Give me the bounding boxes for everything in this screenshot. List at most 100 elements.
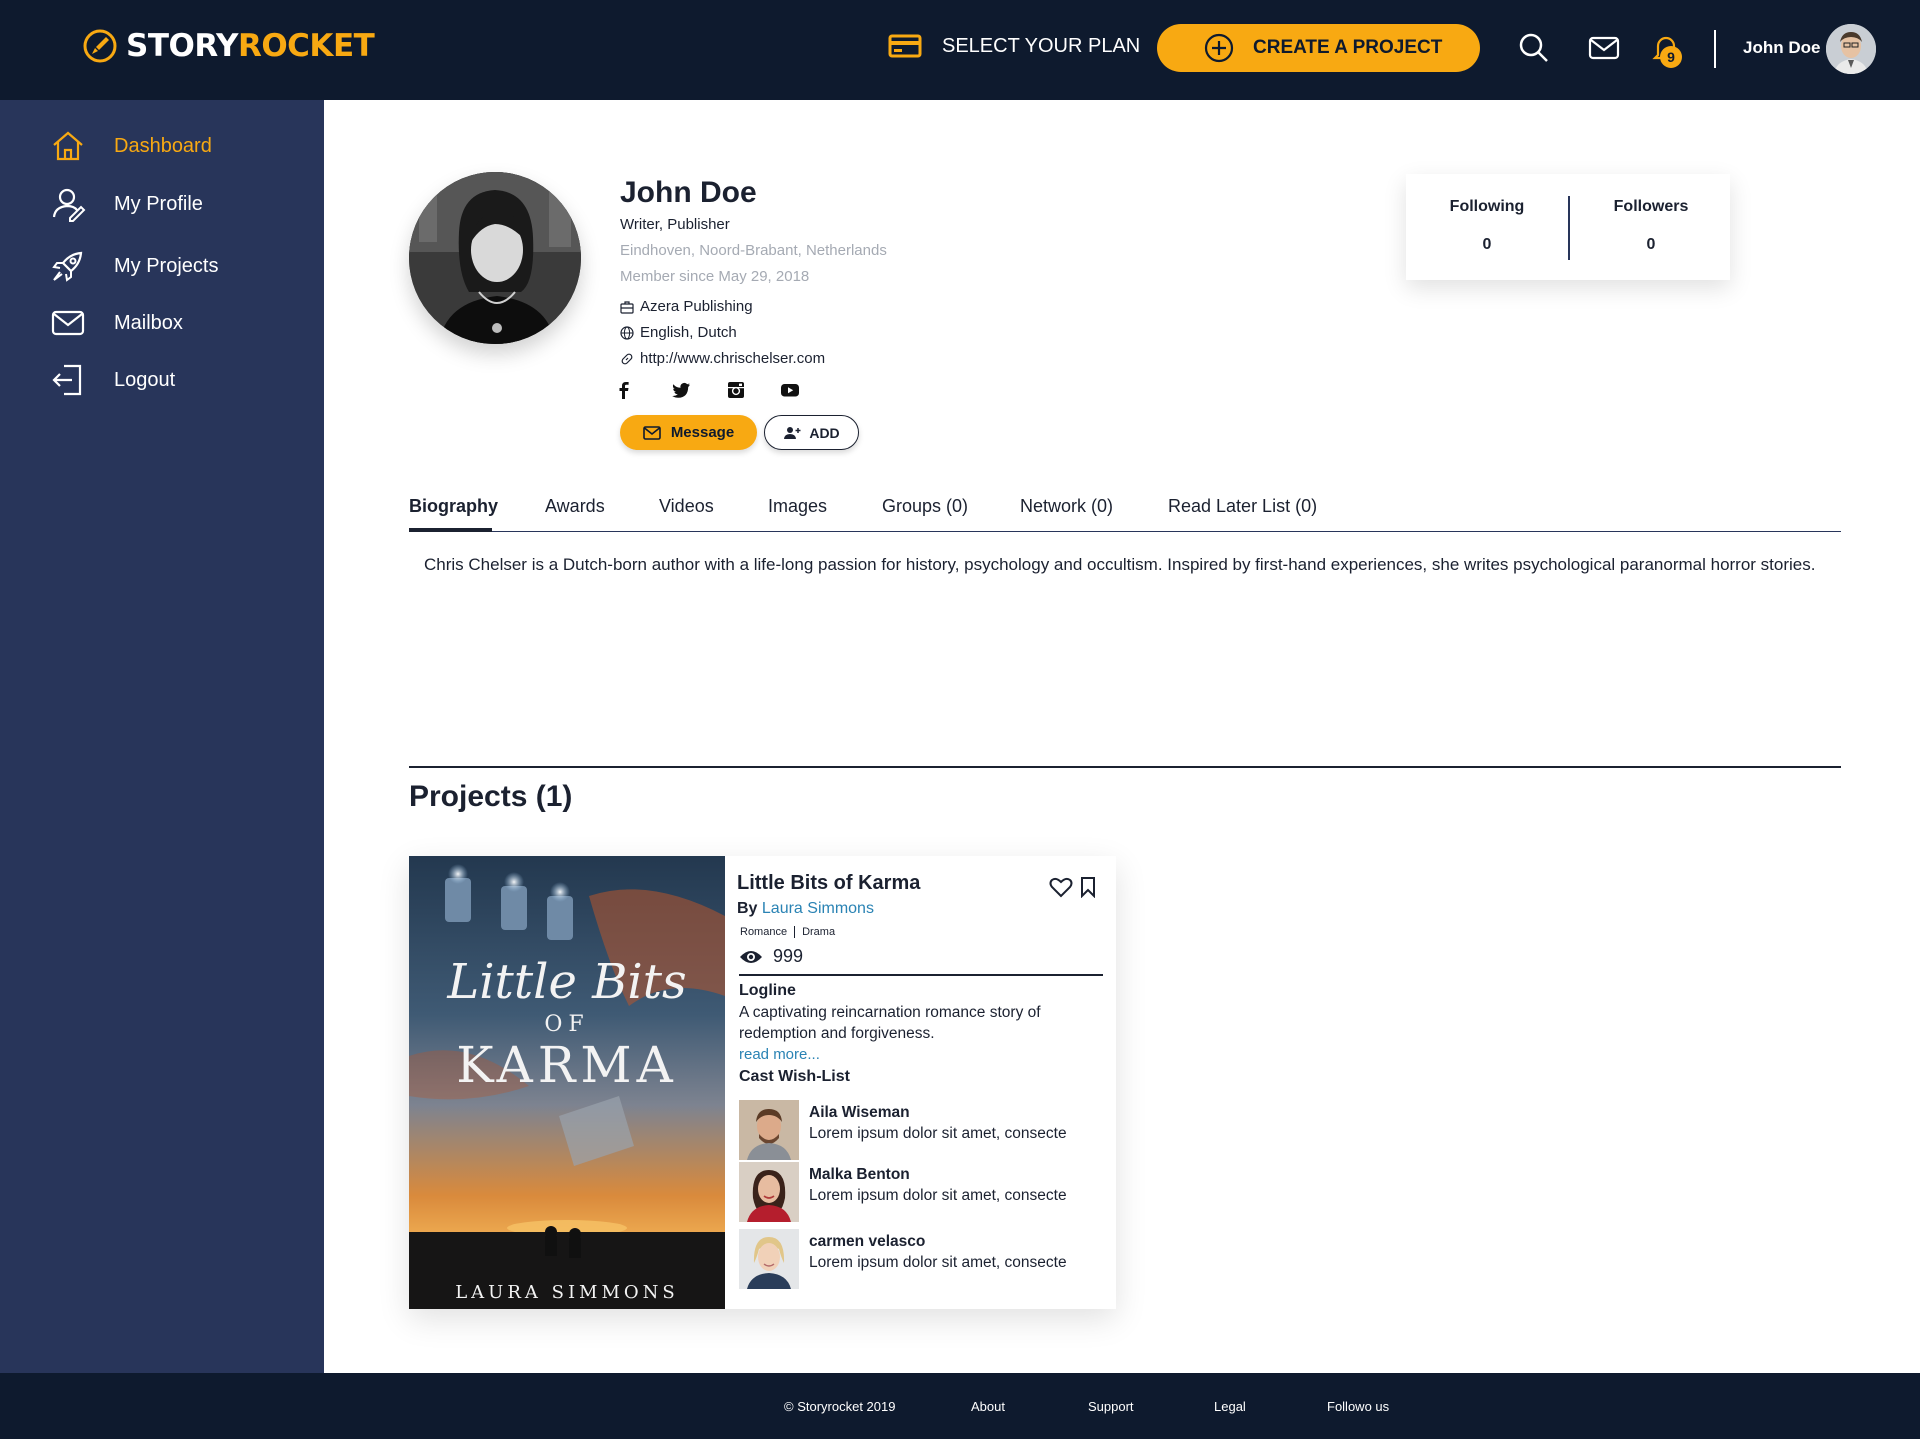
briefcase-icon	[620, 300, 634, 314]
followers-count: 0	[1646, 236, 1656, 253]
project-author-link[interactable]: Laura Simmons	[762, 900, 874, 917]
add-button-label: ADD	[809, 424, 840, 441]
instagram-link[interactable]	[726, 380, 746, 400]
sidebar-item-mailbox[interactable]: Mailbox	[50, 305, 183, 341]
eye-icon	[740, 950, 762, 963]
footer-legal-link[interactable]: Legal	[1214, 1399, 1246, 1414]
plus-circle-icon	[1204, 33, 1234, 63]
project-cover[interactable]: Little Bits OF KARMA LAURA SIMMONS	[409, 856, 725, 1309]
heart-icon[interactable]	[1049, 876, 1073, 898]
footer-copyright: © Storyrocket 2019	[784, 1399, 896, 1414]
header-divider	[1714, 30, 1716, 68]
sidebar-item-my-projects[interactable]: My Projects	[50, 248, 218, 284]
profile-company: Azera Publishing	[620, 298, 753, 315]
footer-support-link[interactable]: Support	[1088, 1399, 1134, 1414]
sidebar-item-label: My Profile	[114, 192, 203, 215]
read-more-link[interactable]: read more...	[739, 1046, 820, 1063]
cast-portrait	[739, 1229, 799, 1289]
profile-portrait	[409, 172, 581, 344]
cast-name[interactable]: Aila Wiseman	[809, 1104, 910, 1122]
section-divider	[409, 766, 1841, 768]
messages-button[interactable]	[1588, 32, 1620, 64]
sidebar-item-logout[interactable]: Logout	[50, 362, 175, 398]
cast-photo[interactable]	[739, 1100, 799, 1160]
by-label: By	[737, 900, 758, 917]
add-contact-button[interactable]: ADD	[764, 415, 859, 450]
project-genres: Romance Drama	[740, 926, 835, 938]
profile-languages-text: English, Dutch	[640, 324, 737, 341]
logo-text-rocket: ROCKET	[237, 28, 375, 64]
sidebar-item-dashboard[interactable]: Dashboard	[50, 128, 212, 164]
cover-title-line3: KARMA	[456, 1036, 678, 1094]
tab-read-later-list[interactable]: Read Later List (0)	[1168, 496, 1317, 517]
view-count: 999	[773, 946, 804, 966]
cast-description: Lorem ipsum dolor sit amet, consecte	[809, 1187, 1067, 1204]
following-stat[interactable]: Following 0	[1406, 198, 1568, 254]
cast-name[interactable]: Malka Benton	[809, 1166, 910, 1184]
header-username[interactable]: John Doe	[1743, 38, 1820, 58]
footer: © Storyrocket 2019 About Support Legal F…	[0, 1373, 1920, 1439]
search-button[interactable]	[1518, 32, 1550, 64]
message-button[interactable]: Message	[620, 415, 757, 450]
cast-wishlist-heading: Cast Wish-List	[739, 1068, 850, 1085]
create-project-label: CREATE A PROJECT	[1253, 37, 1443, 58]
biography-text: Chris Chelser is a Dutch-born author wit…	[424, 555, 1816, 574]
tab-biography[interactable]: Biography	[409, 496, 498, 517]
add-user-icon	[784, 426, 801, 439]
mail-icon	[1588, 36, 1620, 60]
project-title[interactable]: Little Bits of Karma	[737, 872, 920, 895]
youtube-link[interactable]	[780, 380, 800, 400]
genre-tag: Drama	[802, 926, 836, 938]
cast-photo[interactable]	[739, 1229, 799, 1289]
profile-location: Eindhoven, Noord-Brabant, Netherlands	[620, 242, 887, 259]
tab-awards[interactable]: Awards	[545, 496, 605, 517]
logo-text-story: STORY	[126, 28, 238, 64]
facebook-icon	[619, 382, 629, 399]
profile-member-since: Member since May 29, 2018	[620, 268, 810, 285]
cast-name[interactable]: carmen velasco	[809, 1233, 925, 1251]
profile-company-text: Azera Publishing	[640, 298, 753, 315]
footer-about-link[interactable]: About	[971, 1399, 1005, 1414]
tab-network[interactable]: Network (0)	[1020, 496, 1113, 517]
cast-portrait	[739, 1100, 799, 1160]
project-byline: By Laura Simmons	[737, 900, 874, 918]
storyrocket-logo[interactable]: STORYROCKET	[82, 28, 375, 64]
notification-count-badge: 9	[1660, 46, 1682, 68]
cast-item: Aila Wiseman Lorem ipsum dolor sit amet,…	[739, 1100, 1109, 1160]
profile-website-text: http://www.chrischelser.com	[640, 350, 826, 367]
top-header: STORYROCKET SELECT YOUR PLAN CREATE A PR…	[0, 0, 1920, 100]
youtube-icon	[781, 384, 799, 397]
facebook-link[interactable]	[614, 380, 634, 400]
sidebar-item-label: Dashboard	[114, 134, 212, 157]
profile-tabs: Biography Awards Videos Images Groups (0…	[409, 494, 1841, 532]
sidebar-item-label: Mailbox	[114, 311, 183, 334]
rocket-logo-icon	[83, 29, 117, 63]
profile-website-link[interactable]: http://www.chrischelser.com	[620, 350, 825, 367]
tab-videos[interactable]: Videos	[659, 496, 714, 517]
select-plan-link[interactable]: SELECT YOUR PLAN	[888, 33, 1140, 59]
twitter-link[interactable]	[671, 380, 691, 400]
cast-photo[interactable]	[739, 1162, 799, 1222]
globe-icon	[620, 325, 634, 340]
cast-portrait	[739, 1162, 799, 1222]
logout-icon	[52, 364, 82, 396]
footer-follow-link[interactable]: Followo us	[1327, 1399, 1389, 1414]
followers-stat[interactable]: Followers 0	[1570, 198, 1732, 254]
tab-groups[interactable]: Groups (0)	[882, 496, 968, 517]
logline-heading: Logline	[739, 982, 796, 999]
genre-tag: Romance	[740, 926, 788, 938]
cover-author: LAURA SIMMONS	[455, 1282, 679, 1303]
profile-role: Writer, Publisher	[620, 216, 730, 233]
create-project-button[interactable]: CREATE A PROJECT	[1157, 24, 1480, 72]
profile-languages: English, Dutch	[620, 324, 737, 341]
tab-images[interactable]: Images	[768, 496, 827, 517]
twitter-icon	[672, 382, 690, 398]
bookmark-icon[interactable]	[1079, 876, 1097, 898]
card-divider	[739, 974, 1103, 976]
active-tab-indicator	[409, 528, 492, 532]
sidebar-item-label: My Projects	[114, 254, 219, 277]
project-card: Little Bits OF KARMA LAURA SIMMONS Littl…	[409, 856, 1116, 1309]
user-avatar[interactable]	[1826, 24, 1876, 74]
sidebar-item-my-profile[interactable]: My Profile	[50, 186, 203, 222]
following-label: Following	[1449, 198, 1525, 215]
